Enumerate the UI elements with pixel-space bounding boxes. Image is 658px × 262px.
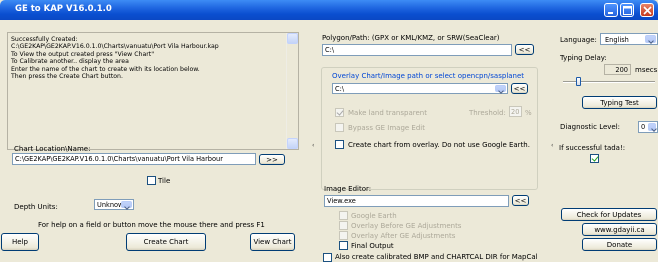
threshold-value: 20 xyxy=(511,108,520,116)
make-land-transparent-label: Make land transparent xyxy=(348,109,427,117)
chart-location-value: C:\GE2KAP\GE2KAP.V16.0.1.0\Charts\vanuat… xyxy=(15,155,223,163)
typing-delay-slider[interactable] xyxy=(563,77,655,87)
splitter-left-icon: ‹ xyxy=(312,142,315,149)
image-editor-input[interactable]: View.exe xyxy=(324,195,509,207)
log-line: Enter the name of the chart to create wi… xyxy=(11,65,200,73)
final-output-checkbox[interactable] xyxy=(339,241,348,250)
typing-test-button[interactable]: Typing Test xyxy=(582,96,657,109)
typing-delay-input[interactable]: 200 xyxy=(604,64,631,75)
language-label: Language: xyxy=(560,36,597,44)
overlay-path-value: C:\ xyxy=(335,85,345,93)
tada-checkbox[interactable] xyxy=(590,154,599,163)
threshold-input[interactable]: 20 xyxy=(509,106,522,117)
log-line: To Calibrate another.. display the area xyxy=(11,58,129,66)
help-button[interactable]: Help xyxy=(1,233,39,251)
bypass-ge-edit-label: Bypass GE Image Edit xyxy=(348,124,425,132)
language-value: English xyxy=(605,36,629,44)
polygon-path-label: Polygon/Path: (GPX or KML/KMZ, or SRW(Se… xyxy=(322,34,500,42)
bypass-ge-edit-checkbox[interactable] xyxy=(335,123,344,132)
maximize-button[interactable] xyxy=(620,3,634,17)
left-panel: Successfully Created: C:\GE2KAP\GE2KAP.V… xyxy=(0,20,310,256)
final-output-label: Final Output xyxy=(351,242,394,250)
log-line: To View the output created press "View C… xyxy=(11,50,155,58)
overlay-before-checkbox[interactable] xyxy=(339,221,348,230)
minimize-button[interactable] xyxy=(604,3,618,17)
diagnostic-level-value: 0 xyxy=(641,123,646,131)
create-chart-button[interactable]: Create Chart xyxy=(126,233,206,251)
depth-units-label: Depth Units: xyxy=(14,203,58,211)
check-updates-button[interactable]: Check for Updates xyxy=(561,208,657,221)
google-earth-checkbox[interactable] xyxy=(339,211,348,220)
depth-units-select[interactable]: Unknown xyxy=(94,199,134,210)
scroll-down-icon[interactable] xyxy=(287,138,298,149)
overlay-after-label: Overlay After GE Adjustments xyxy=(351,232,456,240)
image-editor-browse-button[interactable]: << xyxy=(512,195,529,206)
diagnostic-level-label: Diagnostic Level: xyxy=(560,123,621,131)
status-log[interactable]: Successfully Created: C:\GE2KAP\GE2KAP.V… xyxy=(7,32,299,150)
slider-thumb[interactable] xyxy=(576,77,581,86)
splitter-right-icon: ‹ xyxy=(551,142,554,149)
browse-chart-location-button[interactable]: >> xyxy=(259,154,285,165)
middle-panel: Polygon/Path: (GPX or KML/KMZ, or SRW(Se… xyxy=(319,20,549,262)
minimize-icon xyxy=(608,12,613,14)
diagnostic-level-select[interactable]: 0 xyxy=(638,121,658,133)
google-earth-label: Google Earth xyxy=(351,212,397,220)
overlay-after-checkbox[interactable] xyxy=(339,231,348,240)
help-hint-text: For help on a field or button move the m… xyxy=(38,221,265,229)
log-line: C:\GE2KAP\GE2KAP.V16.0.1.0\Charts\vanuat… xyxy=(11,43,219,51)
overlay-before-label: Overlay Before GE Adjustments xyxy=(351,222,462,230)
scroll-up-icon[interactable] xyxy=(287,33,298,44)
log-line: Successfully Created: xyxy=(11,36,78,43)
threshold-label: Threshold: xyxy=(469,109,506,117)
image-editor-label: Image Editor: xyxy=(324,185,372,193)
tada-label: If successful tada!: xyxy=(559,144,626,152)
donate-button[interactable]: Donate xyxy=(582,238,657,251)
typing-delay-label: Typing Delay: xyxy=(560,54,607,62)
also-create-label: Also create calibrated BMP and CHARTCAL … xyxy=(335,253,538,261)
maximize-icon xyxy=(623,6,632,15)
polygon-path-input[interactable]: C:\ xyxy=(322,44,512,56)
title-bar[interactable]: GE to KAP V16.0.1.0 xyxy=(0,0,658,20)
tile-label: Tile xyxy=(158,177,171,185)
create-from-overlay-checkbox[interactable] xyxy=(335,140,344,149)
threshold-unit: % xyxy=(525,109,532,117)
also-create-checkbox[interactable] xyxy=(323,253,332,262)
chevron-down-icon[interactable] xyxy=(645,35,656,43)
view-chart-button[interactable]: View Chart xyxy=(250,233,295,251)
polygon-browse-button[interactable]: << xyxy=(515,44,534,55)
chevron-down-icon[interactable] xyxy=(121,201,132,208)
polygon-path-value: C:\ xyxy=(325,46,335,54)
overlay-browse-button[interactable]: << xyxy=(511,83,528,94)
status-log-text: Successfully Created: C:\GE2KAP\GE2KAP.V… xyxy=(11,36,219,80)
splitter-right[interactable]: ‹ xyxy=(551,22,556,256)
typing-delay-unit: msecs xyxy=(635,66,658,74)
chevron-down-icon[interactable] xyxy=(648,123,656,131)
typing-delay-value: 200 xyxy=(615,66,628,74)
close-window-button[interactable] xyxy=(640,3,654,17)
log-line: Then press the Create Chart button. xyxy=(11,73,123,81)
window-title: GE to KAP V16.0.1.0 xyxy=(15,4,112,14)
splitter-left[interactable]: ‹ xyxy=(312,22,317,256)
log-scrollbar[interactable] xyxy=(286,33,298,149)
chart-location-label: Chart Location\Name: xyxy=(14,145,91,153)
image-editor-value: View.exe xyxy=(327,197,356,205)
overlay-group: Overlay Chart/Image path or select openc… xyxy=(321,67,538,190)
make-land-transparent-checkbox[interactable] xyxy=(335,108,344,117)
chart-location-input[interactable]: C:\GE2KAP\GE2KAP.V16.0.1.0\Charts\vanuat… xyxy=(12,153,256,165)
right-panel: Language: English Typing Delay: 200 msec… xyxy=(558,20,658,256)
language-select[interactable]: English xyxy=(600,33,658,45)
website-button[interactable]: www.gdayii.ca xyxy=(582,223,657,236)
chevron-down-icon[interactable] xyxy=(495,85,506,92)
close-icon xyxy=(643,6,652,15)
overlay-path-select[interactable]: C:\ xyxy=(332,83,508,94)
overlay-group-label: Overlay Chart/Image path or select openc… xyxy=(332,72,525,80)
tile-checkbox[interactable] xyxy=(147,176,156,185)
create-from-overlay-label: Create chart from overlay. Do not use Go… xyxy=(348,141,530,149)
